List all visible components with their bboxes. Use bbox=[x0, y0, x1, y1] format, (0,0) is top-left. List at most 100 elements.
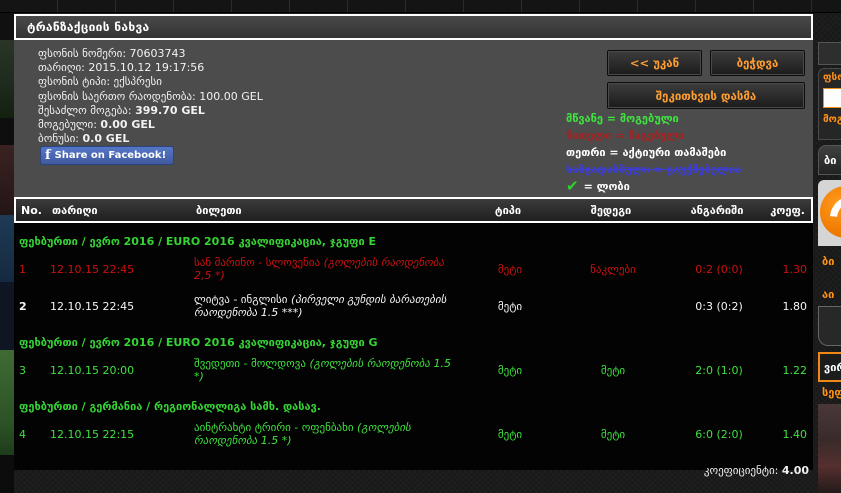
background-photo bbox=[0, 145, 14, 215]
virtual-tab[interactable]: ვირ bbox=[818, 352, 841, 382]
row-date: 12.10.15 22:45 bbox=[50, 299, 135, 313]
row-result: ნაკლები bbox=[590, 262, 636, 276]
background-photo-strip bbox=[0, 13, 14, 493]
stake-input[interactable] bbox=[823, 88, 841, 108]
row-score: 2:0 (1:0) bbox=[695, 363, 743, 377]
dialog-title: ტრანზაქციის ნახვა bbox=[14, 14, 813, 40]
detail-value: 0.00 GEL bbox=[100, 118, 155, 132]
row-ticket: აინტრახტი ტრირი - ოფენბახი (გოლების რაოდ… bbox=[194, 421, 467, 447]
detail-value: ექსპრესი bbox=[113, 75, 162, 89]
status-legend: მწვანე = მოგებული წითელი = წაგებული თეთრ… bbox=[566, 110, 741, 195]
detail-label: ფსონის ტიპი: bbox=[38, 75, 111, 89]
transaction-dialog: ტრანზაქციის ნახვა ფსონის ნომერი: 7060374… bbox=[14, 14, 813, 477]
legend-cancelled: ხაზგადასმული = გაუქმებულია bbox=[566, 163, 742, 176]
total-coefficient-label: კოეფიციენტი: bbox=[703, 464, 779, 477]
legend-lobby: ✔ = ლობი bbox=[566, 177, 630, 195]
row-ticket: შვედეთი - მოლდოვა (გოლების რაოდენობა 1.5… bbox=[194, 357, 467, 383]
detail-label: ფსონის საერთო რაოდენობა: bbox=[38, 89, 196, 103]
background-photo bbox=[0, 350, 14, 455]
background-photo bbox=[0, 282, 14, 350]
bet-table: ფეხბურთი / ევრო 2016 / EURO 2016 კვალიფი… bbox=[14, 223, 813, 477]
row-coef: 1.22 bbox=[782, 363, 808, 377]
detail-label: შესაძლო მოგება: bbox=[38, 103, 132, 117]
sidebar-link[interactable]: ბი bbox=[822, 255, 834, 268]
bet-row: 2 12.10.15 22:45 ლიტვა - ინგლისი (პირველ… bbox=[14, 287, 813, 324]
promo-logo-box[interactable] bbox=[818, 180, 841, 246]
background-photo bbox=[0, 455, 14, 493]
bet-row: 1 12.10.15 22:45 სან მარინო - სლოვენია (… bbox=[14, 250, 813, 287]
check-icon: ✔ bbox=[566, 177, 579, 195]
bet-row: 3 12.10.15 20:00 შვედეთი - მოლდოვა (გოლე… bbox=[14, 351, 813, 388]
total-coefficient: კოეფიციენტი: 4.00 bbox=[14, 452, 813, 477]
row-type: მეტი bbox=[497, 262, 523, 276]
row-number: 4 bbox=[19, 427, 26, 441]
ticket-teams: ლიტვა - ინგლისი bbox=[194, 293, 288, 306]
column-result: შედეგი bbox=[590, 203, 632, 217]
row-result: მეტი bbox=[600, 427, 626, 441]
total-coefficient-value: 4.00 bbox=[781, 464, 809, 477]
row-type: მეტი bbox=[497, 427, 523, 441]
row-date: 12.10.15 22:15 bbox=[50, 427, 135, 441]
detail-label: ფსონის ნომერი: bbox=[38, 47, 127, 60]
sidebar-cropped-box bbox=[818, 42, 841, 65]
detail-label: მოგებული: bbox=[38, 118, 97, 132]
table-header: No. თარიღი ბილეთი ტიპი შედეგი ანგარიში კ… bbox=[14, 197, 813, 223]
background-photo bbox=[0, 40, 14, 118]
row-coef: 1.40 bbox=[782, 427, 808, 441]
detail-value: 100.00 GEL bbox=[199, 89, 263, 103]
background-photo bbox=[0, 215, 14, 282]
sidebar-link[interactable]: სეფ bbox=[822, 386, 841, 399]
tickets-tab[interactable]: ბი bbox=[818, 145, 841, 175]
facebook-share-button[interactable]: f Share on Facebook! bbox=[40, 146, 175, 165]
detail-label: თარიღი: bbox=[38, 61, 85, 75]
ticket-teams: აინტრახტი ტრირი - ოფენბახი bbox=[194, 421, 354, 434]
background-photo bbox=[0, 118, 14, 145]
column-date: თარიღი bbox=[52, 203, 98, 217]
row-type: მეტი bbox=[497, 299, 523, 313]
row-score: 6:0 (2:0) bbox=[695, 427, 743, 441]
row-number: 2 bbox=[19, 299, 27, 313]
facebook-icon: f bbox=[45, 148, 51, 163]
column-ticket: ბილეთი bbox=[196, 203, 242, 217]
row-number: 1 bbox=[19, 262, 26, 276]
sidebar-photo bbox=[818, 404, 841, 493]
betslip-panel: ფსო მოგ bbox=[818, 68, 841, 140]
legend-won: მწვანე = მოგებული bbox=[566, 112, 679, 125]
row-coef: 1.30 bbox=[782, 262, 808, 276]
group-header: ფეხბურთი / ევრო 2016 / EURO 2016 კვალიფი… bbox=[19, 336, 378, 349]
row-coef: 1.80 bbox=[782, 299, 808, 313]
sidebar-cropped-panel bbox=[818, 306, 841, 346]
dialog-controls: << უკან ბეჭდვა შეკითხვის დასმა bbox=[607, 50, 805, 109]
row-ticket: ლიტვა - ინგლისი (პირველი გუნდის ბარათები… bbox=[194, 293, 467, 319]
row-number: 3 bbox=[19, 363, 26, 377]
ticket-teams: შვედეთი - მოლდოვა bbox=[194, 357, 306, 370]
column-coef: კოეფ. bbox=[770, 203, 805, 217]
column-type: ტიპი bbox=[494, 203, 522, 217]
print-button[interactable]: ბეჭდვა bbox=[710, 50, 805, 76]
facebook-share-label: Share on Facebook! bbox=[54, 150, 167, 161]
row-date: 12.10.15 22:45 bbox=[50, 262, 135, 276]
detail-value: 399.70 GEL bbox=[135, 103, 205, 117]
top-menu-bar bbox=[0, 0, 841, 13]
detail-value: 2015.10.12 19:17:56 bbox=[88, 61, 205, 75]
detail-label: ბონუსი: bbox=[38, 132, 79, 146]
row-result: მეტი bbox=[600, 363, 626, 377]
row-type: მეტი bbox=[497, 363, 523, 377]
bet-row: 4 12.10.15 22:15 აინტრახტი ტრირი - ოფენბ… bbox=[14, 415, 813, 452]
betslip-label: ფსო bbox=[823, 72, 841, 83]
column-no: No. bbox=[21, 203, 42, 217]
group-header: ფეხბურთი / ევრო 2016 / EURO 2016 კვალიფი… bbox=[19, 235, 376, 248]
row-score: 0:2 (0:0) bbox=[695, 262, 743, 276]
legend-active: თეთრი = აქტიური თამაშები bbox=[566, 146, 727, 159]
detail-value: 0.0 GEL bbox=[82, 132, 130, 146]
row-date: 12.10.15 20:00 bbox=[50, 363, 135, 377]
group-header: ფეხბურთი / გერმანია / რეგიონალლიგა სამხ.… bbox=[19, 400, 321, 413]
column-score: ანგარიში bbox=[690, 203, 744, 217]
row-score: 0:3 (0:2) bbox=[695, 299, 743, 313]
ask-question-button[interactable]: შეკითხვის დასმა bbox=[607, 82, 805, 109]
brand-logo-icon bbox=[820, 186, 841, 238]
legend-lost: წითელი = წაგებული bbox=[566, 129, 685, 142]
sidebar-link[interactable]: აი bbox=[822, 288, 834, 301]
back-button[interactable]: << უკან bbox=[607, 50, 702, 76]
win-label: მოგ bbox=[823, 114, 841, 125]
